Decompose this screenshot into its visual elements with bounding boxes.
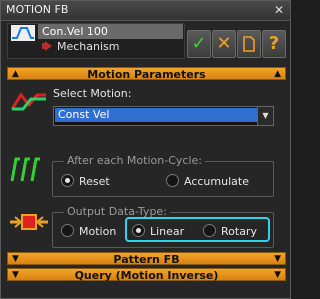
- motion-select[interactable]: Const Vel ▼: [53, 106, 274, 126]
- radio-accumulate[interactable]: Accumulate: [166, 174, 249, 188]
- radio-linear[interactable]: Linear: [132, 224, 184, 238]
- motion-fb-window: MOTION FB ✕ Con.Vel 100 Mechanism ✓ ✕ ? …: [0, 0, 291, 299]
- radio-rotary[interactable]: Rotary: [203, 224, 257, 238]
- radio-reset[interactable]: Reset: [61, 174, 110, 188]
- chevron-down-icon[interactable]: ▼: [257, 107, 273, 125]
- radio-rotary-label: Rotary: [221, 225, 257, 238]
- select-motion-label: Select Motion:: [53, 87, 132, 100]
- chevron-down-icon: ▼: [12, 254, 19, 264]
- radio-motion-label: Motion: [79, 225, 117, 238]
- chevron-up-icon: ▲: [274, 69, 281, 79]
- motion-curve-icon: [11, 25, 35, 41]
- cycle-wave-icon: [10, 157, 40, 182]
- document-icon[interactable]: [237, 30, 261, 58]
- chevron-down-icon: ▼: [274, 270, 281, 280]
- output-type-icon: [10, 214, 48, 230]
- radio-reset-label: Reset: [79, 175, 110, 188]
- close-icon[interactable]: ✕: [272, 3, 286, 17]
- radio-motion[interactable]: Motion: [61, 224, 116, 238]
- arrow-right-icon: [42, 41, 52, 51]
- cancel-icon[interactable]: ✕: [212, 30, 236, 58]
- radio-linear-label: Linear: [150, 225, 185, 238]
- cycle-group-label: After each Motion-Cycle:: [64, 154, 205, 167]
- chevron-up-icon: ▲: [12, 69, 19, 79]
- motion-parameters-label: Motion Parameters: [87, 68, 206, 81]
- sub-item-label[interactable]: Mechanism: [57, 40, 120, 53]
- select-motion-icon: [11, 92, 46, 111]
- selected-item-label: Con.Vel 100: [42, 25, 108, 38]
- query-bar[interactable]: ▼ Query (Motion Inverse) ▼: [7, 268, 286, 282]
- motion-parameters-bar[interactable]: ▲ Motion Parameters ▲: [7, 67, 286, 81]
- help-icon[interactable]: ?: [262, 30, 286, 58]
- pattern-fb-label: Pattern FB: [113, 253, 180, 266]
- pattern-fb-bar[interactable]: ▼ Pattern FB ▼: [7, 252, 286, 266]
- title-bar[interactable]: MOTION FB ✕: [1, 1, 290, 21]
- checkmark-icon[interactable]: ✓: [187, 30, 211, 58]
- motion-select-value: Const Vel: [55, 108, 258, 122]
- query-label: Query (Motion Inverse): [74, 269, 219, 282]
- chevron-down-icon: ▼: [274, 254, 281, 264]
- chevron-down-icon: ▼: [12, 270, 19, 280]
- window-title: MOTION FB: [6, 3, 69, 16]
- item-list: Con.Vel 100 Mechanism: [7, 23, 185, 59]
- radio-accumulate-label: Accumulate: [184, 175, 249, 188]
- selected-item[interactable]: Con.Vel 100: [38, 24, 183, 39]
